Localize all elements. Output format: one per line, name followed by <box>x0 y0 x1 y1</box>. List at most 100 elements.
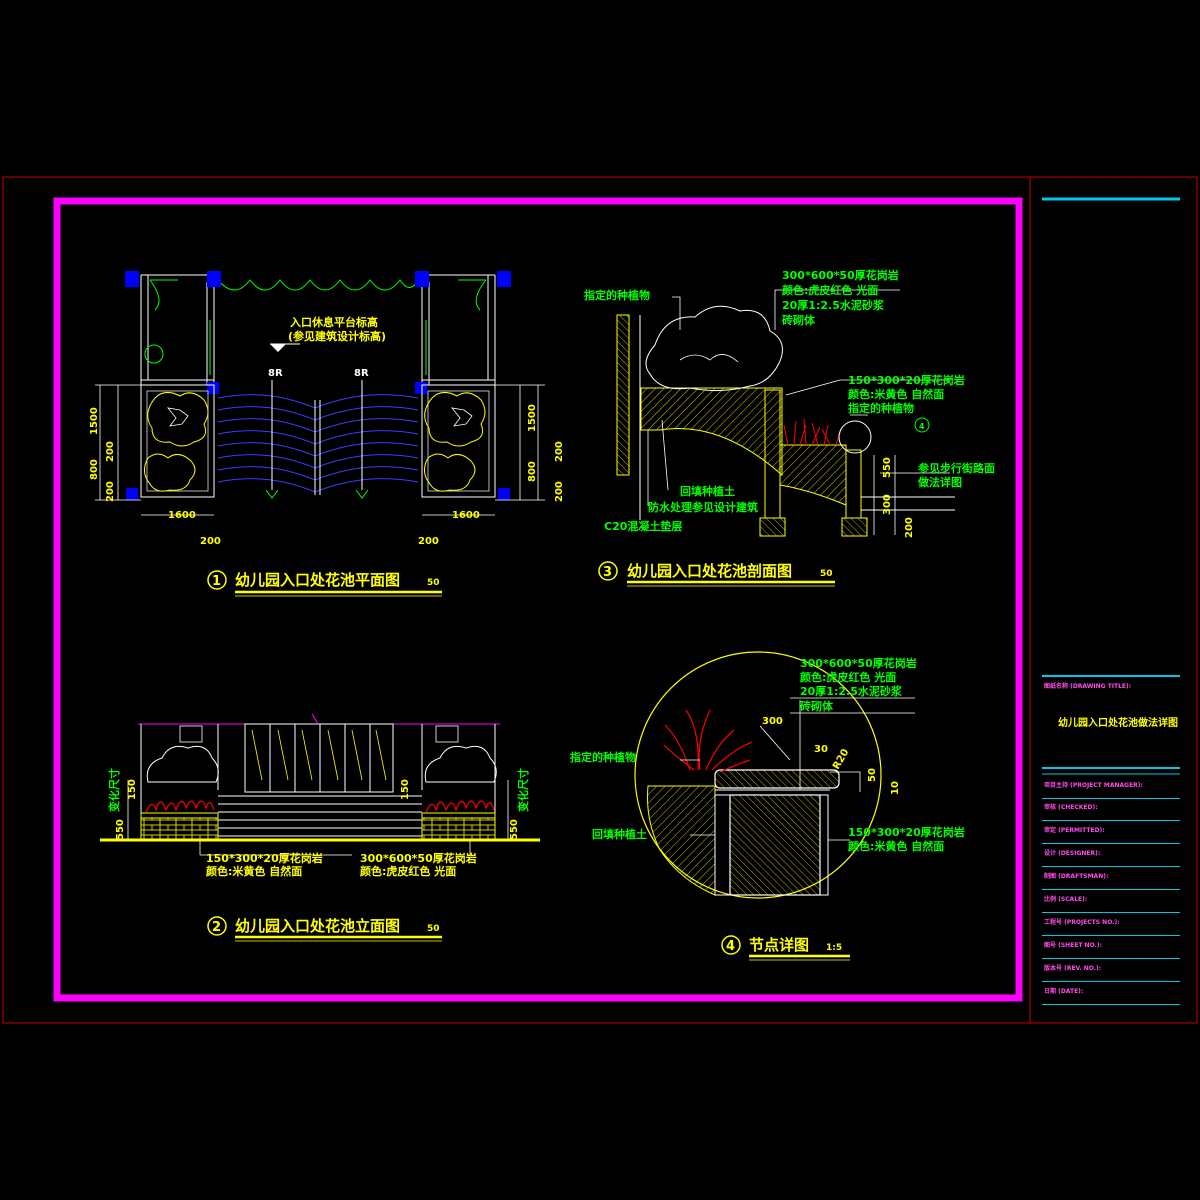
plan-dim: 800 <box>527 461 538 482</box>
drawing-sheet: 入口休息平台标高 (参见建筑设计标高) 8R 8R 1500 200 800 2… <box>2 176 1198 1024</box>
column <box>126 488 138 500</box>
section-scale: 50 <box>820 569 833 579</box>
detail-dim-300: 300 <box>762 716 783 727</box>
plan-note-2: (参见建筑设计标高) <box>288 329 386 343</box>
section-layer-3: 20厚1:2.5水泥砂浆 <box>782 298 885 312</box>
titleblock-row-label: 比例 (SCALE): <box>1044 896 1088 903</box>
column <box>415 271 429 287</box>
plan-view: 入口休息平台标高 (参见建筑设计标高) 8R 8R 1500 200 800 2… <box>89 271 565 597</box>
plan-dim: 800 <box>89 459 100 480</box>
detail-cap-1: 150*300*20厚花岗岩 <box>848 825 965 839</box>
titleblock-row: 比例 (SCALE): <box>1042 890 1180 913</box>
detail-dim-50: 50 <box>867 768 878 782</box>
titleblock-row-label: 版本号 (REV. NO.): <box>1044 965 1102 972</box>
elevation-scale: 50 <box>427 924 440 934</box>
titleblock-row: 设计 (DESIGNER): <box>1042 844 1180 867</box>
plan-note-1: 入口休息平台标高 <box>290 315 378 329</box>
titleblock: 图纸名称 (DRAWING TITLE): 幼儿园入口处花池做法详图 <box>1044 682 1178 729</box>
titleblock-row-label: 日期 (DATE): <box>1044 988 1084 995</box>
titleblock-row-label: 工程号 (PROJECTS NO.): <box>1044 919 1120 926</box>
elevation-var-right: 变化尺寸 <box>516 768 530 812</box>
plan-title: 幼儿园入口处花池平面图 <box>235 571 400 589</box>
section-mid-1: 150*300*20厚花岗岩 <box>848 373 965 387</box>
plan-dim: 1600 <box>452 510 480 521</box>
column <box>207 382 219 394</box>
detail-view: 300*600*50厚花岗岩 颜色:虎皮红色 光面 20厚1:2.5水泥砂浆 砖… <box>570 651 965 961</box>
elevation-title: 幼儿园入口处花池立面图 <box>235 917 400 935</box>
section-title: 幼儿园入口处花池剖面图 <box>627 562 792 580</box>
section-view: 4 指定的种植物 300*600*50厚花岗岩 颜色:虎皮红色 光面 20厚1:… <box>584 268 995 587</box>
plan-step-mark: 8R <box>268 368 283 379</box>
elevation-note-right-2: 颜色:虎皮红色 光面 <box>360 864 456 878</box>
detail-cap-2: 颜色:米黄色 自然面 <box>848 839 944 853</box>
elevation-view: 变化尺寸 变化尺寸 150 550 150 550 150*300*20厚花岗岩… <box>100 713 540 942</box>
detail-dim-r20: R20 <box>831 747 851 771</box>
section-ref-1: 参见步行街路面 <box>918 461 995 475</box>
detail-layer-3: 20厚1:2.5水泥砂浆 <box>800 684 903 698</box>
column <box>497 271 511 287</box>
elevation-dim: 150 <box>400 779 411 800</box>
section-dim: 200 <box>904 517 915 538</box>
column <box>498 488 510 500</box>
section-layer-4: 砖砌体 <box>782 313 816 327</box>
plan-dim: 1500 <box>527 404 538 432</box>
elevation-number: 2 <box>212 920 221 935</box>
detail-layer-4: 砖砌体 <box>800 699 834 713</box>
plan-step-mark: 8R <box>354 368 369 379</box>
detail-layer-2: 颜色:虎皮红色 光面 <box>800 670 896 684</box>
titleblock-row: 日期 (DATE): <box>1042 982 1180 1005</box>
plan-number: 1 <box>212 574 221 589</box>
plan-dim: 1500 <box>89 407 100 435</box>
titleblock-row: 项目主持 (PROJECT MANAGER): <box>1042 776 1180 799</box>
titleblock-row: 图号 (SHEET NO.): <box>1042 936 1180 959</box>
titleblock-row-label: 设计 (DESIGNER): <box>1044 850 1101 857</box>
section-ref-2: 做法详图 <box>917 475 962 489</box>
section-mid-3: 指定的种植物 <box>848 401 914 415</box>
detail-dim-30: 30 <box>814 744 828 755</box>
titleblock-row-label: 项目主持 (PROJECT MANAGER): <box>1044 782 1143 789</box>
column <box>207 271 221 287</box>
plan-dim: 200 <box>554 481 565 502</box>
inner-frame <box>53 197 1023 1002</box>
plan-planter-right <box>421 384 496 498</box>
detail-dim-10: 10 <box>890 781 901 795</box>
section-layer-2: 颜色:虎皮红色 光面 <box>782 283 878 297</box>
column <box>415 382 427 394</box>
plan-scale: 50 <box>427 578 440 588</box>
titleblock-row: 审定 (PERMITTED): <box>1042 821 1180 844</box>
plan-dim: 200 <box>418 536 439 547</box>
elevation-dim: 150 <box>127 779 138 800</box>
detail-fill-soil: 回填种植土 <box>592 827 647 841</box>
section-callout: 4 <box>919 422 925 431</box>
plan-dim: 200 <box>200 536 221 547</box>
detail-layer-1: 300*600*50厚花岗岩 <box>800 656 917 670</box>
titleblock-drawing-label: 图纸名称 (DRAWING TITLE): <box>1044 682 1131 690</box>
titleblock-row-label: 图号 (SHEET NO.): <box>1044 942 1102 949</box>
section-mid-2: 颜色:米黄色 自然面 <box>848 387 944 401</box>
elevation-dim: 550 <box>115 819 126 840</box>
detail-plant-label: 指定的种植物 <box>570 750 636 764</box>
titleblock-row-label: 审定 (PERMITTED): <box>1044 827 1105 834</box>
detail-scale: 1:5 <box>826 943 842 953</box>
titleblock-row: 审核 (CHECKED): <box>1042 798 1180 821</box>
detail-number: 4 <box>726 939 735 954</box>
section-plant-label: 指定的种植物 <box>584 288 650 302</box>
section-fill-soil: 回填种植土 <box>680 484 735 498</box>
elevation-note-right-1: 300*600*50厚花岗岩 <box>360 851 477 865</box>
plan-dim: 200 <box>105 441 116 462</box>
plan-dim: 200 <box>105 481 116 502</box>
section-dim: 300 <box>882 494 893 515</box>
section-waterproof: 防水处理参见设计建筑 <box>648 500 758 514</box>
detail-title: 节点详图 <box>749 936 809 954</box>
section-number: 3 <box>603 565 612 580</box>
elevation-dim: 550 <box>509 819 520 840</box>
titleblock-row: 版本号 (REV. NO.): <box>1042 959 1180 982</box>
elevation-var-left: 变化尺寸 <box>107 768 121 812</box>
titleblock-row: 制图 (DRAFTSMAN): <box>1042 867 1180 890</box>
section-dim: 550 <box>882 457 893 478</box>
titleblock-drawing-title: 幼儿园入口处花池做法详图 <box>1058 716 1178 729</box>
plan-dim: 1600 <box>168 510 196 521</box>
elevation-note-left-1: 150*300*20厚花岗岩 <box>206 851 323 865</box>
titleblock-row: 工程号 (PROJECTS NO.): <box>1042 913 1180 936</box>
plan-dim: 200 <box>554 441 565 462</box>
